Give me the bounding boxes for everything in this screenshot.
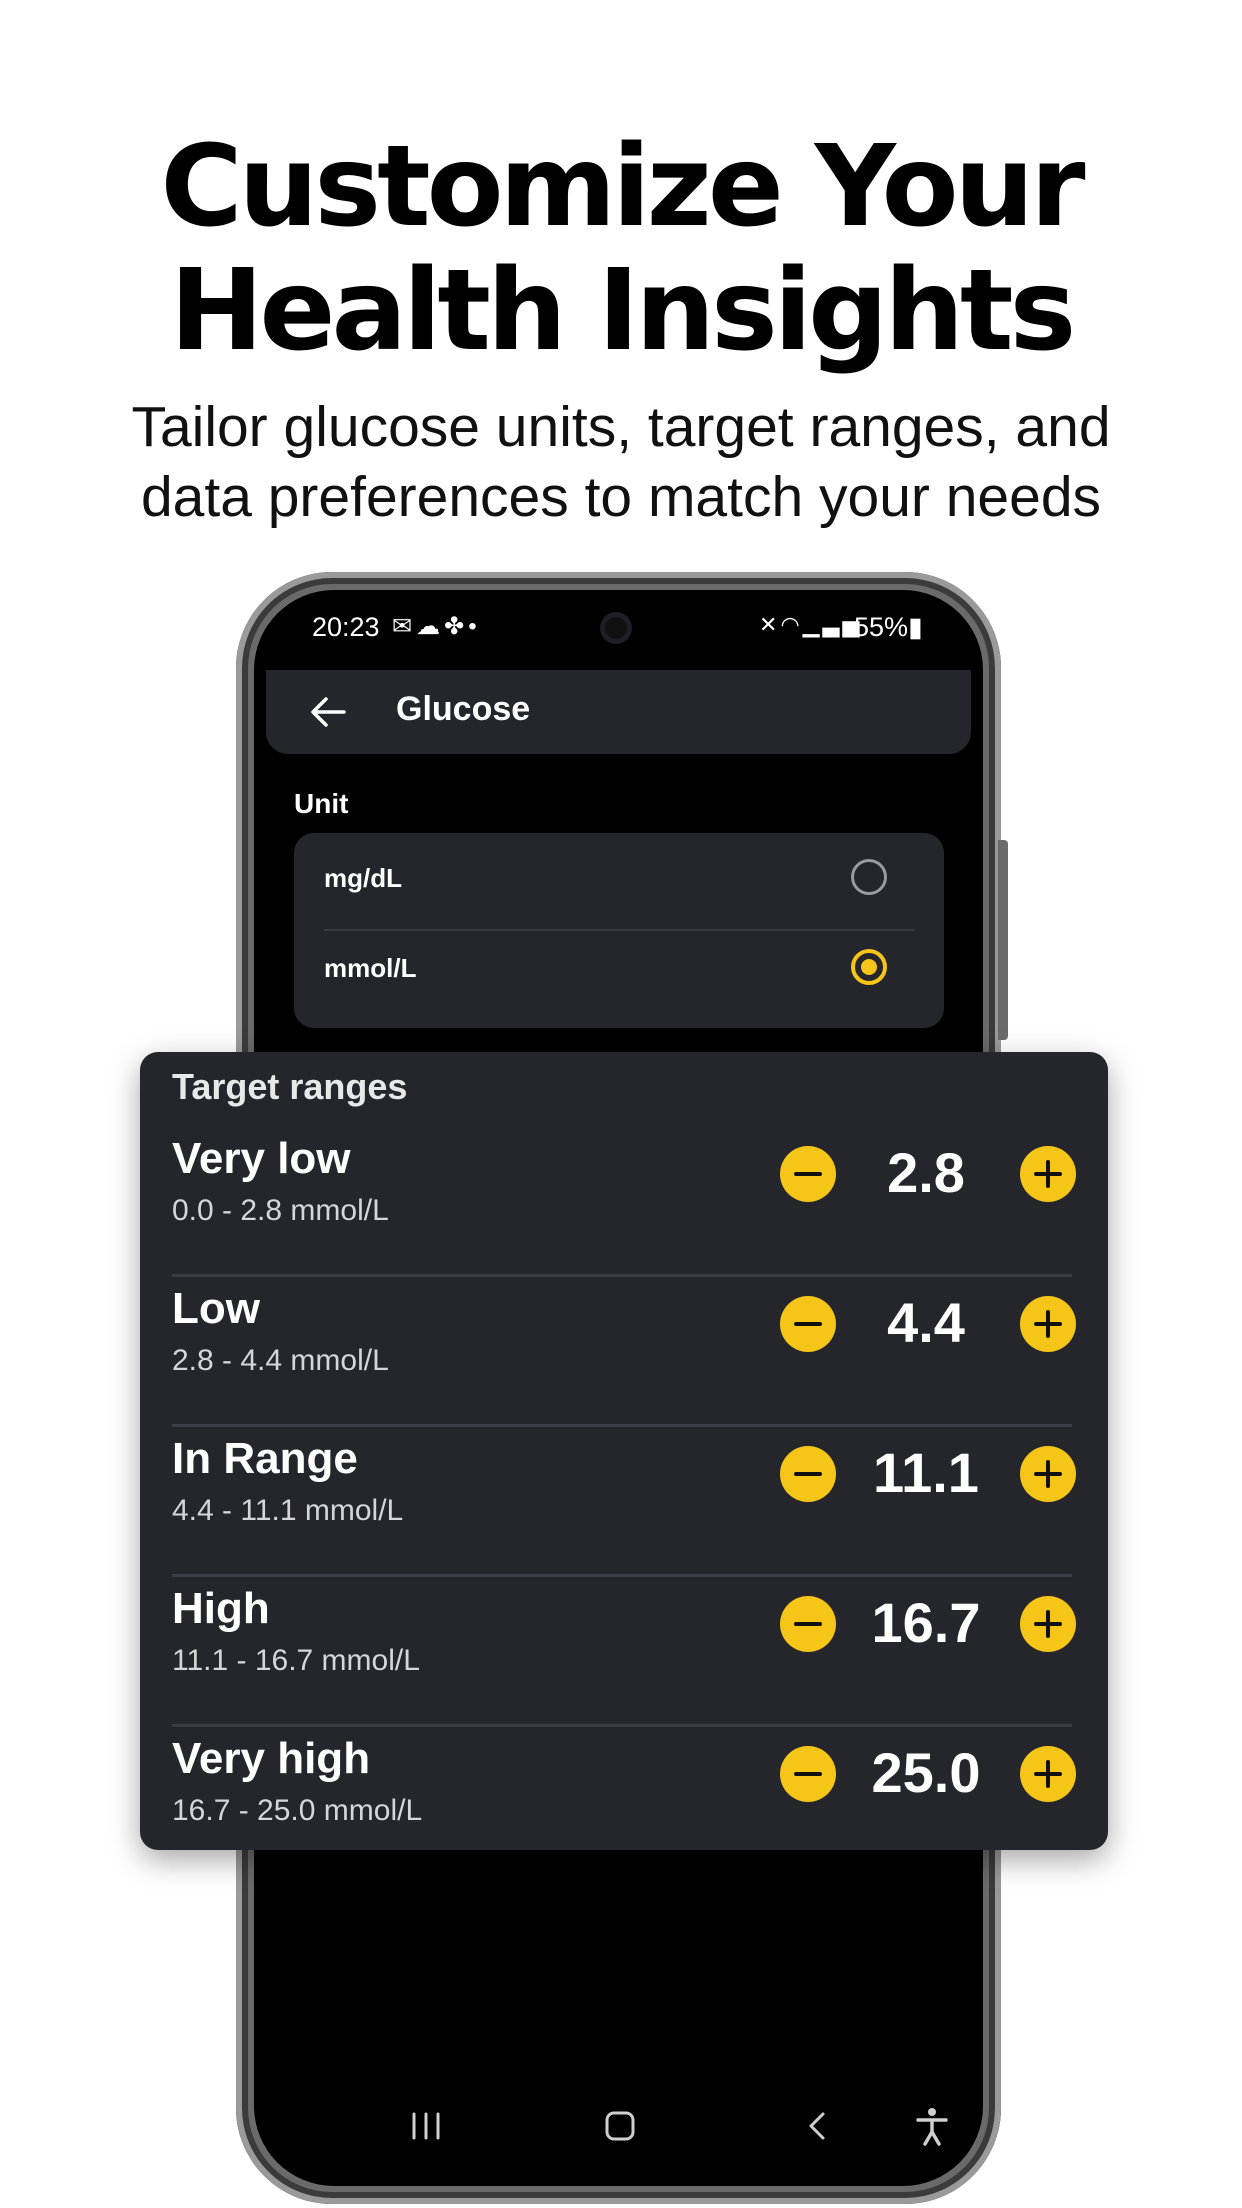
phone-side-button bbox=[998, 840, 1008, 1040]
range-span: 0.0 - 2.8 mmol/L bbox=[172, 1194, 389, 1227]
decrement-button[interactable] bbox=[780, 1146, 836, 1202]
weather-icon: ☁ bbox=[416, 613, 445, 640]
range-row-very-high: Very high 16.7 - 25.0 mmol/L 25.0 bbox=[140, 1734, 1108, 1884]
mail-icon: ✉ bbox=[392, 613, 417, 640]
unit-option-label: mmol/L bbox=[324, 953, 417, 983]
fan-icon: ✤ bbox=[444, 613, 469, 640]
range-value: 4.4 bbox=[887, 1291, 965, 1354]
battery-text: 55% bbox=[854, 612, 909, 642]
range-row-in-range: In Range 4.4 - 11.1 mmol/L 11.1 bbox=[140, 1434, 1108, 1584]
range-row-low: Low 2.8 - 4.4 mmol/L 4.4 bbox=[140, 1284, 1108, 1434]
plus-icon bbox=[1034, 1610, 1062, 1638]
range-value: 25.0 bbox=[871, 1741, 981, 1804]
wifi-icon: ◠ bbox=[780, 612, 803, 637]
range-span: 2.8 - 4.4 mmol/L bbox=[172, 1344, 389, 1377]
status-bar: 20:23 ✉☁✤• ✕◠▁▃▅ 55%▮ bbox=[254, 590, 983, 670]
headline-line-1: Customize Your bbox=[160, 122, 1085, 252]
home-icon[interactable] bbox=[602, 2108, 638, 2144]
unit-option-label: mg/dL bbox=[324, 863, 402, 893]
increment-button[interactable] bbox=[1020, 1596, 1076, 1652]
radio-selected[interactable] bbox=[851, 949, 887, 985]
subhead-line-1: Tailor glucose units, target ranges, and bbox=[131, 395, 1111, 459]
range-row-high: High 11.1 - 16.7 mmol/L 16.7 bbox=[140, 1584, 1108, 1734]
notification-icons: ✉☁✤• bbox=[392, 612, 481, 641]
divider bbox=[324, 929, 914, 931]
system-icons: ✕◠▁▃▅ bbox=[759, 612, 862, 638]
divider bbox=[172, 1574, 1072, 1577]
decrement-button[interactable] bbox=[780, 1446, 836, 1502]
increment-button[interactable] bbox=[1020, 1446, 1076, 1502]
battery-icon: ▮ bbox=[908, 612, 923, 642]
target-ranges-card: Target ranges Very low 0.0 - 2.8 mmol/L … bbox=[140, 1052, 1108, 1850]
divider bbox=[172, 1424, 1072, 1427]
marketing-headline: Customize Your Health Insights bbox=[0, 125, 1242, 373]
subhead-line-2: data preferences to match your needs bbox=[140, 465, 1102, 529]
minus-icon bbox=[794, 1772, 822, 1776]
range-name: Very low bbox=[172, 1134, 351, 1183]
status-time: 20:23 bbox=[312, 612, 380, 642]
decrement-button[interactable] bbox=[780, 1296, 836, 1352]
range-name: High bbox=[172, 1584, 270, 1633]
range-row-very-low: Very low 0.0 - 2.8 mmol/L 2.8 bbox=[140, 1134, 1108, 1284]
range-name: In Range bbox=[172, 1434, 358, 1483]
range-name: Low bbox=[172, 1284, 260, 1333]
range-value: 11.1 bbox=[873, 1441, 979, 1504]
plus-icon bbox=[1034, 1160, 1062, 1188]
page-title: Glucose bbox=[396, 690, 531, 728]
target-ranges-title: Target ranges bbox=[172, 1066, 408, 1107]
increment-button[interactable] bbox=[1020, 1146, 1076, 1202]
radio-unselected[interactable] bbox=[851, 859, 887, 895]
nav-back-icon[interactable] bbox=[800, 2108, 836, 2144]
unit-option-mmol[interactable]: mmol/L bbox=[294, 933, 944, 1023]
unit-section-label: Unit bbox=[294, 788, 349, 819]
minus-icon bbox=[794, 1472, 822, 1476]
minus-icon bbox=[794, 1172, 822, 1176]
front-camera bbox=[600, 612, 632, 644]
battery-percentage: 55%▮ bbox=[854, 612, 923, 643]
marketing-subhead: Tailor glucose units, target ranges, and… bbox=[0, 392, 1242, 532]
minus-icon bbox=[794, 1322, 822, 1326]
system-nav-bar bbox=[254, 2100, 983, 2160]
plus-icon bbox=[1034, 1460, 1062, 1488]
plus-icon bbox=[1034, 1760, 1062, 1788]
accessibility-icon[interactable] bbox=[912, 2104, 952, 2148]
dot-icon: • bbox=[468, 613, 481, 640]
plus-icon bbox=[1034, 1310, 1062, 1338]
divider bbox=[172, 1724, 1072, 1727]
range-span: 4.4 - 11.1 mmol/L bbox=[172, 1494, 404, 1527]
headline-line-2: Health Insights bbox=[169, 246, 1077, 376]
increment-button[interactable] bbox=[1020, 1296, 1076, 1352]
decrement-button[interactable] bbox=[780, 1596, 836, 1652]
range-name: Very high bbox=[172, 1734, 371, 1783]
recents-icon[interactable] bbox=[406, 2108, 446, 2144]
minus-icon bbox=[794, 1622, 822, 1626]
unit-card: mg/dL mmol/L bbox=[294, 833, 944, 1028]
arrow-left-icon[interactable] bbox=[306, 690, 350, 734]
range-value: 16.7 bbox=[871, 1591, 981, 1654]
range-value: 2.8 bbox=[887, 1141, 965, 1204]
mute-icon: ✕ bbox=[759, 612, 781, 637]
decrement-button[interactable] bbox=[780, 1746, 836, 1802]
increment-button[interactable] bbox=[1020, 1746, 1076, 1802]
unit-option-mgdl[interactable]: mg/dL bbox=[294, 833, 944, 923]
divider bbox=[172, 1274, 1072, 1277]
app-bar: Glucose bbox=[266, 670, 971, 754]
range-span: 11.1 - 16.7 mmol/L bbox=[172, 1644, 420, 1677]
range-span: 16.7 - 25.0 mmol/L bbox=[172, 1794, 423, 1827]
